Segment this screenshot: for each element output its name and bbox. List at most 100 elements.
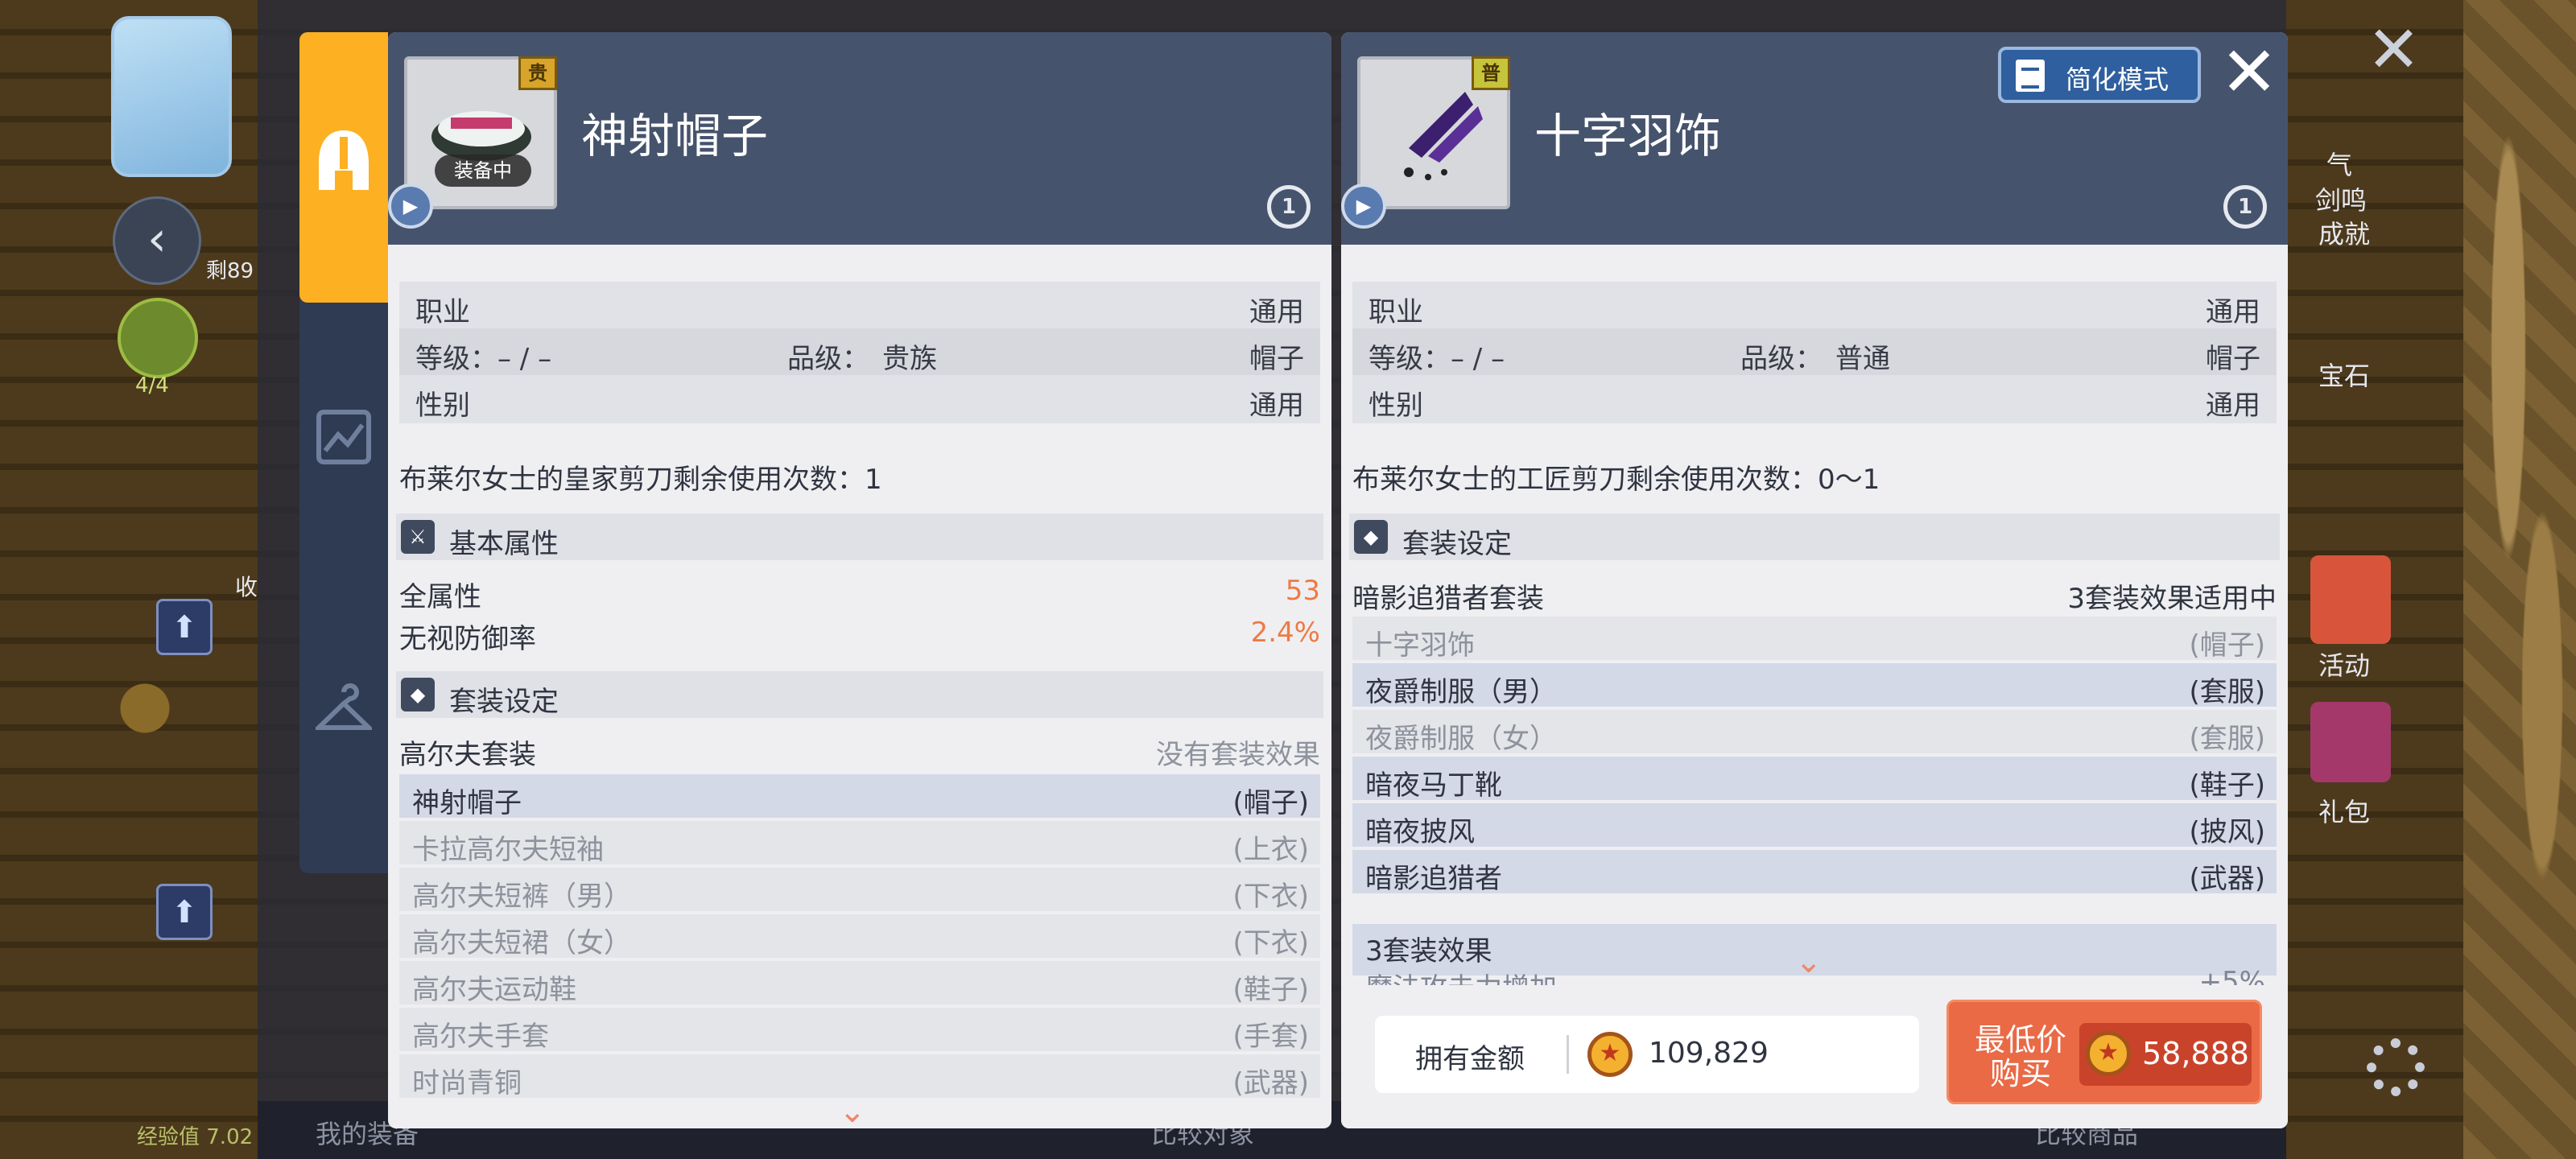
info-row-level: 等级：– / – 品级： 普通 帽子 xyxy=(1352,328,2277,375)
set-item-name: 夜爵制服（男） xyxy=(1365,676,1557,708)
simple-mode-button[interactable]: 简化模式 xyxy=(1998,47,2201,103)
set-item-row: 暗影追猎者 (武器) xyxy=(1352,850,2277,895)
set-item-name: 卡拉高尔夫短袖 xyxy=(412,834,604,866)
compare-icon[interactable]: 1 xyxy=(1267,185,1311,229)
stat-value: 53 xyxy=(1285,575,1320,607)
info-row-level: 等级：– / – 品级： 贵族 帽子 xyxy=(399,328,1320,375)
set-item-row: 时尚青铜 (武器) xyxy=(399,1054,1320,1099)
compare-icon[interactable]: 1 xyxy=(2223,185,2267,229)
job-label: 职业 xyxy=(1368,296,1423,328)
set-item-type: (手套) xyxy=(1232,1021,1309,1053)
gift-icon[interactable] xyxy=(2310,702,2391,782)
section-title: 套装设定 xyxy=(449,686,559,718)
set-item-row: 高尔夫运动鞋 (鞋子) xyxy=(399,961,1320,1006)
set-status: 3套装效果适用中 xyxy=(2067,583,2277,615)
set-item-name: 高尔夫短裤（男） xyxy=(412,881,631,913)
hanger-icon[interactable] xyxy=(316,683,372,739)
info-table: 职业 通用 等级：– / – 品级： 普通 帽子 性别 通用 xyxy=(1352,282,2277,423)
event-icon[interactable] xyxy=(2310,555,2391,644)
set-item-row: 高尔夫短裤（男） (下衣) xyxy=(399,868,1320,913)
set-item-name: 十字羽饰 xyxy=(1365,629,1475,662)
gender-value: 通用 xyxy=(2206,390,2260,422)
right-label-5: 礼包 xyxy=(2318,797,2371,827)
set-item-row: 卡拉高尔夫短袖 (上衣) xyxy=(399,821,1320,866)
stat-value: 2.4% xyxy=(1250,617,1320,649)
play-icon[interactable]: ▶ xyxy=(1341,184,1386,229)
play-icon[interactable]: ▶ xyxy=(388,184,433,229)
info-table: 职业 通用 等级：– / – 品级： 贵族 帽子 性别 通用 xyxy=(399,282,1320,423)
handshake-icon[interactable] xyxy=(118,298,198,378)
section-set: ◆ 套装设定 xyxy=(1349,514,2280,560)
job-value: 通用 xyxy=(1249,296,1304,328)
set-item-row: 暗夜马丁靴 (鞋子) xyxy=(1352,757,2277,802)
info-row-job: 职业 通用 xyxy=(399,282,1320,328)
compare-item-panel: 普 ▶ 十字羽饰 1 职业 通用 等级：– / – 品级： 普通 帽子 性别 通… xyxy=(1341,32,2288,1128)
collect-label: 收 xyxy=(235,574,258,600)
set-name: 高尔夫套装 xyxy=(399,739,536,771)
character-avatar[interactable] xyxy=(111,16,232,177)
set-item-type: (鞋子) xyxy=(2189,769,2265,802)
slot-value: 帽子 xyxy=(1249,343,1304,375)
tab-equipment[interactable] xyxy=(299,32,388,303)
buy-price: 58,888 xyxy=(2142,1036,2249,1071)
buy-price-box: ★ 58,888 xyxy=(2079,1023,2252,1086)
chevron-down-icon[interactable]: ⌄ xyxy=(839,1093,866,1128)
right-label-3: 宝石 xyxy=(2318,361,2371,391)
section-basic-stats: ⚔ 基本属性 xyxy=(396,514,1323,560)
item-icon: 普 xyxy=(1357,56,1510,209)
divider xyxy=(1567,1035,1569,1074)
set-item-name: 夜爵制服（女） xyxy=(1365,723,1557,755)
grade-label: 品级： xyxy=(1740,343,1823,375)
back-arrow-icon[interactable]: ‹ xyxy=(113,196,201,285)
rock-wall xyxy=(2463,0,2576,1159)
helmet-icon xyxy=(319,130,369,190)
set-item-name: 暗夜披风 xyxy=(1365,816,1475,848)
chevron-down-icon[interactable]: ⌄ xyxy=(1795,943,1823,980)
scissors-count: 布莱尔女士的工匠剪刀剩余使用次数：0～1 xyxy=(1352,464,1880,496)
balance-box: 拥有金额 ★ 109,829 xyxy=(1375,1016,1919,1093)
document-icon xyxy=(2016,60,2045,92)
buy-lowest-price-button[interactable]: 最低价购买 ★ 58,888 xyxy=(1946,1000,2262,1104)
set-item-type: (帽子) xyxy=(1232,787,1309,819)
set-icon: ◆ xyxy=(1354,520,1388,554)
set-item-type: (下衣) xyxy=(1232,927,1309,959)
info-row-gender: 性别 通用 xyxy=(1352,375,2277,422)
right-label-1: 剑鸣 xyxy=(2315,185,2368,216)
gear-icon[interactable] xyxy=(2367,1038,2425,1096)
info-row-job: 职业 通用 xyxy=(1352,282,2277,328)
scissors-count: 布莱尔女士的皇家剪刀剩余使用次数：1 xyxy=(399,464,882,496)
chart-icon[interactable] xyxy=(316,409,372,465)
info-row-gender: 性别 通用 xyxy=(399,375,1320,422)
simple-mode-label: 简化模式 xyxy=(2066,64,2169,95)
grade-badge: 贵 xyxy=(518,56,557,90)
set-item-name: 时尚青铜 xyxy=(412,1067,522,1099)
right-label-2: 成就 xyxy=(2318,219,2371,250)
set-item-type: (披风) xyxy=(2189,816,2265,848)
remaining-label: 剩89 xyxy=(206,259,254,283)
close-icon[interactable]: ✕ xyxy=(2367,18,2421,82)
set-item-type: (武器) xyxy=(1232,1067,1309,1099)
up-arrow-icon[interactable]: ⬆ xyxy=(156,599,213,655)
set-item-name: 高尔夫运动鞋 xyxy=(412,974,576,1006)
coin-icon: ★ xyxy=(2086,1031,2131,1076)
section-title: 套装设定 xyxy=(1402,528,1512,560)
close-icon[interactable]: ✕ xyxy=(2215,38,2283,107)
up-arrow-icon[interactable]: ⬆ xyxy=(156,884,213,940)
grade-label: 品级： xyxy=(787,343,869,375)
xp-label: 经验值 7.02 xyxy=(137,1125,254,1149)
set-item-name: 暗影追猎者 xyxy=(1365,863,1502,895)
set-item-row: 神射帽子 (帽子) xyxy=(399,774,1320,819)
set-item-row: 十字羽饰 (帽子) xyxy=(1352,617,2277,662)
grade-value: 贵族 xyxy=(882,343,937,375)
counter-label: 4/4 xyxy=(135,373,169,398)
set-item-name: 高尔夫短裙（女） xyxy=(412,927,631,959)
set-item-row: 夜爵制服（男） (套服) xyxy=(1352,663,2277,708)
buy-label: 最低价购买 xyxy=(1974,1022,2066,1091)
sword-icon: ⚔ xyxy=(401,520,435,554)
set-status: 没有套装效果 xyxy=(1156,739,1320,771)
set-item-row: 高尔夫手套 (手套) xyxy=(399,1008,1320,1053)
gender-label: 性别 xyxy=(1368,390,1423,422)
set-header: 暗影追猎者套装 3套装效果适用中 xyxy=(1352,576,2277,617)
grade-badge: 普 xyxy=(1472,56,1510,90)
balance-label: 拥有金额 xyxy=(1415,1043,1525,1075)
